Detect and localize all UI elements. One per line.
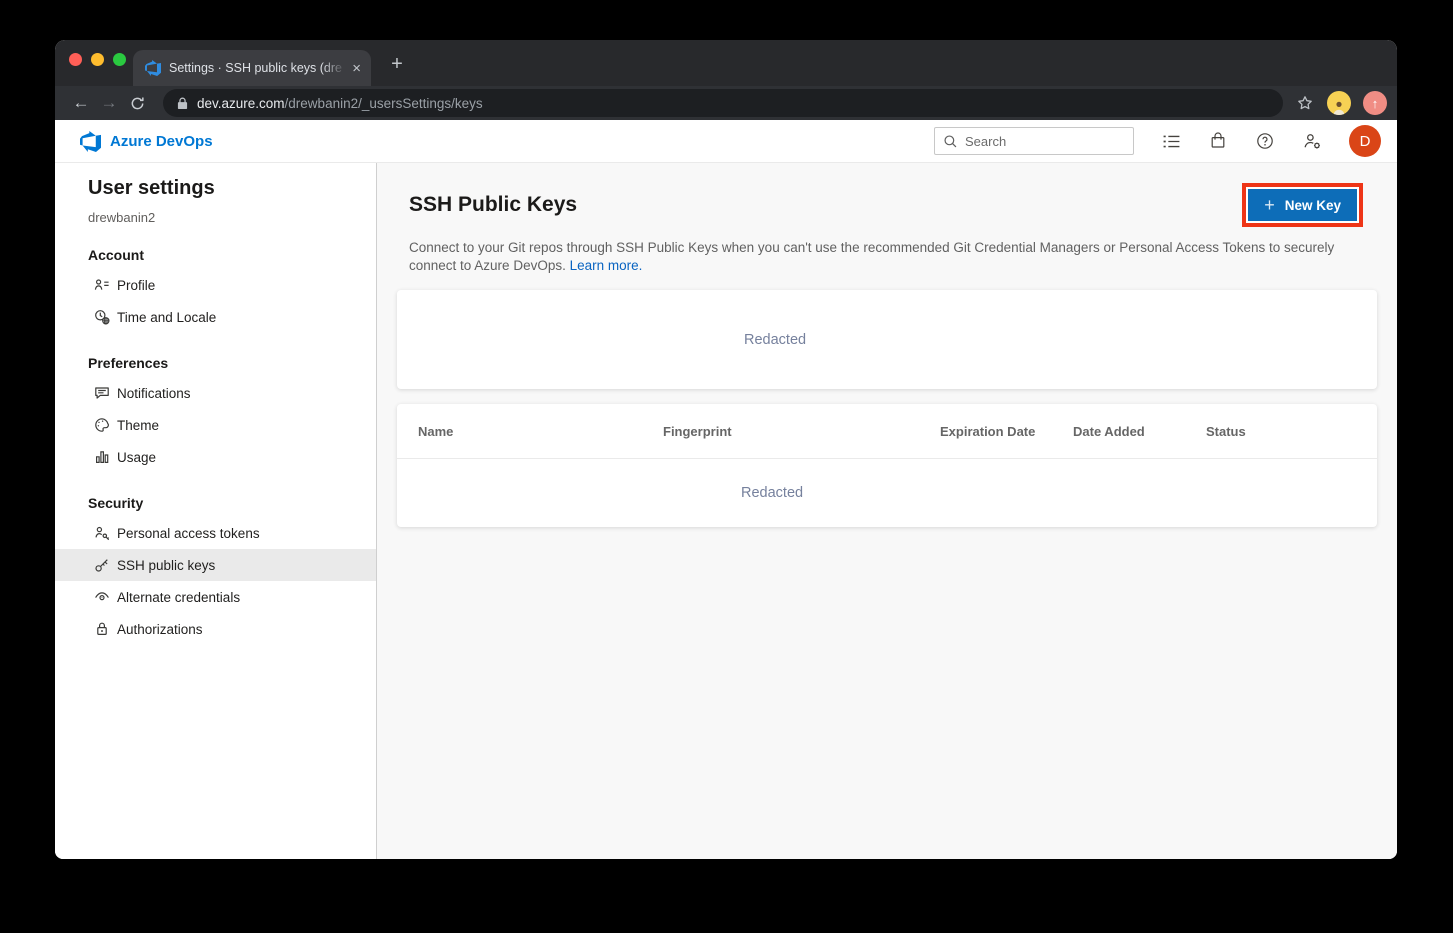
browser-window: Settings · SSH public keys (dre × + ← → … — [55, 40, 1397, 859]
settings-sidebar: User settings drewbanin2 Account Profile… — [55, 163, 377, 859]
new-tab-button[interactable]: + — [385, 52, 409, 76]
browser-update-icon[interactable]: ↑ — [1363, 91, 1387, 115]
person-key-icon — [94, 525, 110, 541]
section-account: Account — [55, 225, 376, 269]
sidebar-item-label: Profile — [117, 278, 155, 293]
user-avatar[interactable]: D — [1349, 125, 1381, 157]
sidebar-item-notifications[interactable]: Notifications — [55, 377, 376, 409]
azure-devops-logo-icon — [80, 131, 101, 152]
tab-close-icon[interactable]: × — [352, 61, 361, 76]
user-settings-icon[interactable] — [1302, 131, 1322, 151]
clock-globe-icon — [94, 309, 110, 325]
header-right: D — [934, 125, 1381, 157]
table-header-row: Name Fingerprint Expiration Date Date Ad… — [397, 404, 1377, 459]
new-key-button[interactable]: + New Key — [1248, 189, 1357, 221]
app-header: Azure DevOps — [55, 120, 1397, 163]
search-input[interactable] — [965, 134, 1125, 149]
section-preferences: Preferences — [55, 333, 376, 377]
sidebar-item-label: Usage — [117, 450, 156, 465]
bookmark-star-icon[interactable] — [1295, 93, 1315, 113]
forward-icon[interactable]: → — [95, 89, 123, 117]
palette-icon — [94, 417, 110, 433]
column-header-fingerprint: Fingerprint — [663, 424, 940, 439]
close-window-button[interactable] — [69, 53, 82, 66]
redacted-text: Redacted — [741, 485, 803, 501]
annotation-highlight-box: + New Key — [1242, 183, 1363, 227]
learn-more-link[interactable]: Learn more. — [570, 258, 643, 273]
page-title: SSH Public Keys — [409, 193, 577, 217]
page-body: User settings drewbanin2 Account Profile… — [55, 163, 1397, 859]
column-header-status: Status — [1206, 424, 1246, 439]
column-header-expiration-date: Expiration Date — [940, 424, 1073, 439]
search-icon — [943, 134, 958, 149]
sidebar-item-personal-access-tokens[interactable]: Personal access tokens — [55, 517, 376, 549]
tab-title: Settings · SSH public keys (dre — [169, 61, 346, 75]
url-path: /drewbanin2/_usersSettings/keys — [285, 96, 483, 111]
task-list-icon[interactable] — [1161, 131, 1181, 151]
sidebar-item-profile[interactable]: Profile — [55, 269, 376, 301]
person-card-icon — [94, 277, 110, 293]
browser-toolbar: ← → dev.azure.com/drewbanin2/_usersSetti… — [55, 86, 1397, 120]
url-text: dev.azure.com/drewbanin2/_usersSettings/… — [197, 96, 483, 111]
column-header-name: Name — [418, 424, 663, 439]
sidebar-item-label: Alternate credentials — [117, 590, 240, 605]
comment-icon — [94, 385, 110, 401]
browser-profile-avatar[interactable] — [1327, 91, 1351, 115]
key-icon — [94, 557, 110, 573]
brand-name: Azure DevOps — [110, 133, 213, 150]
plus-icon: + — [1264, 196, 1275, 214]
sidebar-username: drewbanin2 — [55, 200, 376, 225]
table-body: Redacted — [397, 459, 1377, 527]
ssh-keys-table-card: Name Fingerprint Expiration Date Date Ad… — [397, 404, 1377, 527]
tab-strip: Settings · SSH public keys (dre × + — [55, 40, 1397, 86]
bar-chart-icon — [94, 449, 110, 465]
maximize-window-button[interactable] — [113, 53, 126, 66]
reload-icon[interactable] — [123, 89, 151, 117]
azure-devops-favicon — [145, 60, 161, 76]
sidebar-item-label: Personal access tokens — [117, 526, 260, 541]
search-box[interactable] — [934, 127, 1134, 155]
title-row: SSH Public Keys + New Key — [397, 183, 1377, 227]
page-description: Connect to your Git repos through SSH Pu… — [409, 239, 1357, 274]
redacted-text: Redacted — [744, 332, 806, 348]
sidebar-title: User settings — [55, 177, 376, 200]
section-security: Security — [55, 473, 376, 517]
column-header-date-added: Date Added — [1073, 424, 1206, 439]
desktop-background: Settings · SSH public keys (dre × + ← → … — [0, 0, 1453, 933]
new-key-button-label: New Key — [1285, 198, 1341, 213]
sidebar-item-authorizations[interactable]: Authorizations — [55, 613, 376, 645]
address-bar[interactable]: dev.azure.com/drewbanin2/_usersSettings/… — [163, 89, 1283, 117]
sidebar-item-alternate-credentials[interactable]: Alternate credentials — [55, 581, 376, 613]
sidebar-item-usage[interactable]: Usage — [55, 441, 376, 473]
azure-devops-brand[interactable]: Azure DevOps — [80, 131, 213, 152]
sidebar-item-label: Notifications — [117, 386, 191, 401]
sidebar-item-label: Theme — [117, 418, 159, 433]
lock-shield-icon — [94, 621, 110, 637]
back-icon[interactable]: ← — [67, 89, 95, 117]
sidebar-item-ssh-public-keys[interactable]: SSH public keys — [55, 549, 376, 581]
lock-icon — [177, 97, 188, 110]
sidebar-item-label: Authorizations — [117, 622, 203, 637]
description-text: Connect to your Git repos through SSH Pu… — [409, 240, 1334, 273]
sidebar-item-theme[interactable]: Theme — [55, 409, 376, 441]
sidebar-item-label: Time and Locale — [117, 310, 216, 325]
eye-icon — [94, 589, 110, 605]
help-icon[interactable] — [1255, 131, 1275, 151]
url-domain: dev.azure.com — [197, 96, 285, 111]
minimize-window-button[interactable] — [91, 53, 104, 66]
marketplace-bag-icon[interactable] — [1208, 131, 1228, 151]
window-controls — [69, 53, 126, 66]
sidebar-item-time-and-locale[interactable]: Time and Locale — [55, 301, 376, 333]
sidebar-item-label: SSH public keys — [117, 558, 215, 573]
toolbar-right: ↑ — [1295, 91, 1387, 115]
ssh-key-card: Redacted — [397, 290, 1377, 389]
browser-tab[interactable]: Settings · SSH public keys (dre × — [133, 50, 371, 86]
main-content: SSH Public Keys + New Key Connect to you… — [377, 163, 1397, 859]
